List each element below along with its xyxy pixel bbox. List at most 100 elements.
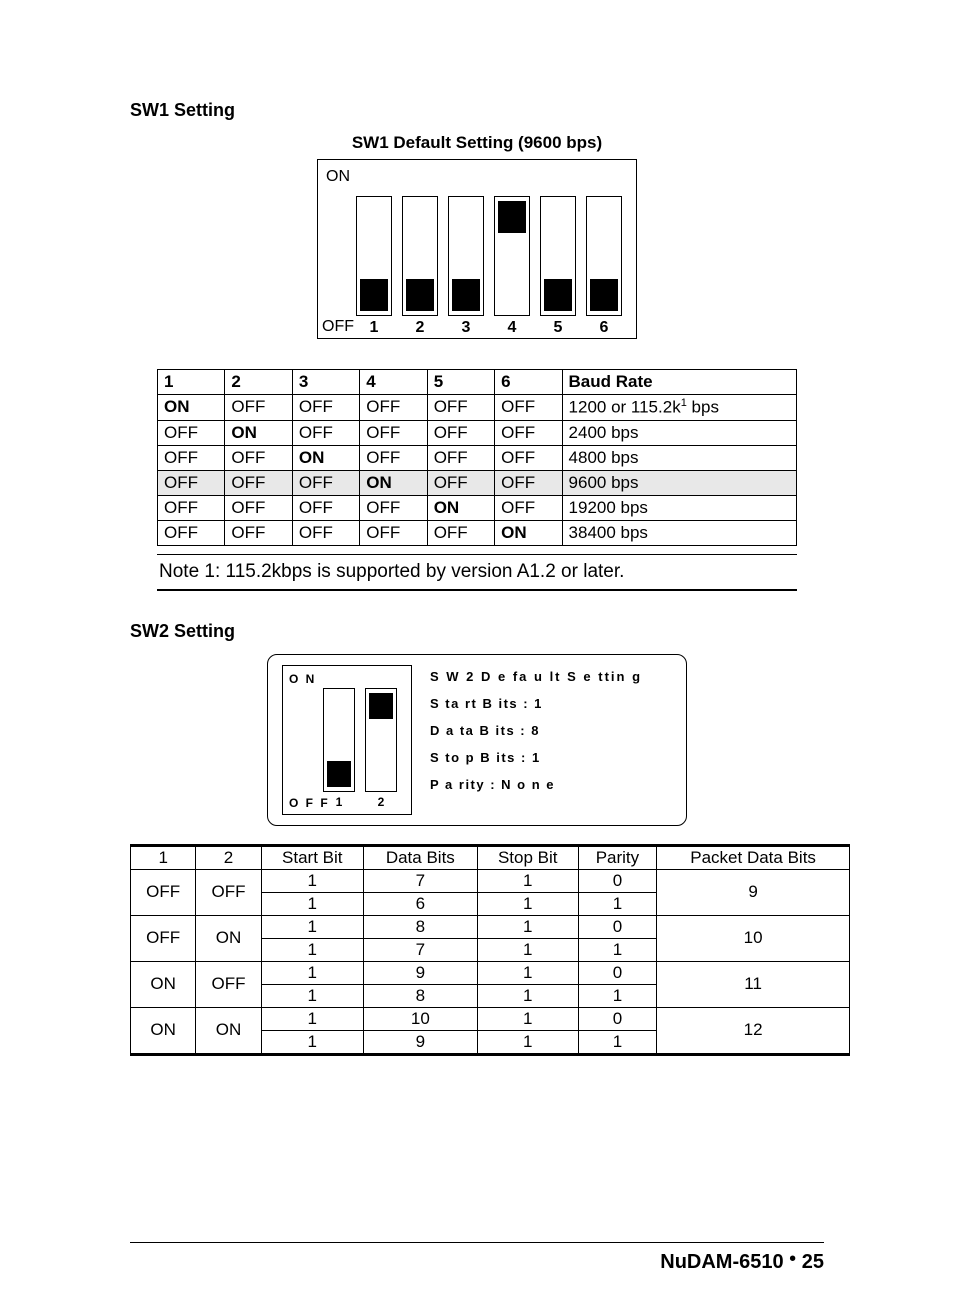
- sw2-cell: 9: [363, 1030, 477, 1054]
- sw1-cell: OFF: [225, 495, 292, 520]
- sw2-cell: ON: [196, 1007, 261, 1054]
- sw1-cell: OFF: [158, 420, 225, 445]
- sw2-cell: 1: [261, 938, 363, 961]
- sw2-header-cell: Data Bits: [363, 845, 477, 869]
- sw2-row: ONOFF191011: [131, 961, 850, 984]
- sw1-knob-6: [590, 279, 618, 311]
- sw1-slot-num-6: 6: [587, 319, 621, 337]
- sw1-slot-2: 2: [402, 196, 438, 316]
- sw1-cell: OFF: [292, 470, 359, 495]
- sw1-header-cell: 6: [495, 370, 562, 395]
- sw2-cell: 0: [578, 915, 657, 938]
- sw1-cell: OFF: [360, 420, 427, 445]
- sw1-baud-cell: 4800 bps: [562, 445, 796, 470]
- sw2-row: OFFON181010: [131, 915, 850, 938]
- sw2-cell: 1: [261, 915, 363, 938]
- sw2-cell: 8: [363, 984, 477, 1007]
- sw1-heading: SW1 Setting: [130, 100, 824, 121]
- sw1-cell: OFF: [360, 495, 427, 520]
- sw2-row: ONON1101012: [131, 1007, 850, 1030]
- sw1-baud-cell: 38400 bps: [562, 520, 796, 545]
- sw1-row: OFFOFFOFFOFFONOFF19200 bps: [158, 495, 797, 520]
- sw1-header-cell: 1: [158, 370, 225, 395]
- sw1-cell: OFF: [292, 395, 359, 421]
- sw2-slot-1: 1: [323, 688, 355, 792]
- sw2-cell: 1: [578, 1030, 657, 1054]
- sw1-baud-cell: 2400 bps: [562, 420, 796, 445]
- sw2-cell: 1: [578, 984, 657, 1007]
- sw2-cell: 1: [261, 1007, 363, 1030]
- sw1-header-cell: Baud Rate: [562, 370, 796, 395]
- sw2-cell: 1: [477, 869, 578, 892]
- sw1-cell: OFF: [360, 445, 427, 470]
- sw1-cell: OFF: [225, 470, 292, 495]
- sw1-header-cell: 3: [292, 370, 359, 395]
- sw1-slot-num-2: 2: [403, 319, 437, 337]
- sw1-row: OFFONOFFOFFOFFOFF2400 bps: [158, 420, 797, 445]
- sw2-slot-2: 2: [365, 688, 397, 792]
- sw2-cell: 1: [477, 984, 578, 1007]
- sw1-cell: ON: [225, 420, 292, 445]
- sw2-slot-num-2: 2: [366, 795, 396, 809]
- sw2-cell: OFF: [196, 961, 261, 1007]
- sw1-knob-5: [544, 279, 572, 311]
- sw2-cell: 8: [363, 915, 477, 938]
- sw2-cell: 9: [363, 961, 477, 984]
- sw1-header-cell: 2: [225, 370, 292, 395]
- sw1-cell: OFF: [158, 520, 225, 545]
- sw2-cell: ON: [131, 961, 196, 1007]
- sw1-cell: OFF: [427, 445, 494, 470]
- sw2-header-cell: 2: [196, 845, 261, 869]
- sw1-slot-num-5: 5: [541, 319, 575, 337]
- sw2-packet-cell: 12: [657, 1007, 850, 1054]
- sw2-cell: 1: [477, 938, 578, 961]
- sw2-cell: 0: [578, 961, 657, 984]
- footer-dot-icon: •: [789, 1248, 796, 1270]
- sw1-cell: OFF: [158, 470, 225, 495]
- sw2-cell: 1: [261, 892, 363, 915]
- sw1-baud-cell: 1200 or 115.2k1 bps: [562, 395, 796, 421]
- sw1-cell: OFF: [158, 495, 225, 520]
- sw1-cell: OFF: [225, 520, 292, 545]
- sw2-stop-bits: S to p B its : 1: [430, 750, 642, 765]
- sw1-cell: OFF: [427, 395, 494, 421]
- sw1-knob-3: [452, 279, 480, 311]
- sw1-cell: OFF: [225, 395, 292, 421]
- sw1-row: OFFOFFOFFONOFFOFF9600 bps: [158, 470, 797, 495]
- sw2-header-cell: Packet Data Bits: [657, 845, 850, 869]
- sw2-header-cell: 1: [131, 845, 196, 869]
- sw1-cell: ON: [292, 445, 359, 470]
- sw1-cell: OFF: [427, 470, 494, 495]
- sw2-cell: 1: [578, 938, 657, 961]
- sw2-cell: 1: [477, 915, 578, 938]
- sw2-header-cell: Start Bit: [261, 845, 363, 869]
- sw2-start-bits: S ta rt B its : 1: [430, 696, 642, 711]
- sw1-cell: OFF: [360, 395, 427, 421]
- sw2-cell: 1: [261, 1030, 363, 1054]
- sw1-off-label: OFF: [322, 318, 354, 336]
- sw1-cell: ON: [495, 520, 562, 545]
- sw2-cell: 1: [477, 961, 578, 984]
- sw1-baud-table: 123456Baud Rate ONOFFOFFOFFOFFOFF1200 or…: [157, 369, 797, 546]
- sw2-dip-diagram: O N O F F 12: [282, 665, 412, 815]
- page-footer: NuDAM-6510 • 25: [130, 1242, 824, 1274]
- sw1-slot-4: 4: [494, 196, 530, 316]
- sw2-cell: 1: [261, 869, 363, 892]
- sw2-row: OFFOFF17109: [131, 869, 850, 892]
- sw1-cell: OFF: [360, 520, 427, 545]
- sw1-cell: OFF: [292, 520, 359, 545]
- sw1-cell: ON: [360, 470, 427, 495]
- sw2-heading: SW2 Setting: [130, 621, 824, 642]
- sw1-slot-num-1: 1: [357, 319, 391, 337]
- sw1-cell: OFF: [495, 420, 562, 445]
- sw2-cell: 7: [363, 869, 477, 892]
- sw1-slot-1: 1: [356, 196, 392, 316]
- sw2-cell: OFF: [131, 869, 196, 915]
- sw1-header-cell: 4: [360, 370, 427, 395]
- sw2-cell: 6: [363, 892, 477, 915]
- sw1-row: ONOFFOFFOFFOFFOFF1200 or 115.2k1 bps: [158, 395, 797, 421]
- sw1-cell: OFF: [495, 495, 562, 520]
- sw2-packet-cell: 11: [657, 961, 850, 1007]
- sw1-slot-6: 6: [586, 196, 622, 316]
- sw2-cell: 1: [477, 892, 578, 915]
